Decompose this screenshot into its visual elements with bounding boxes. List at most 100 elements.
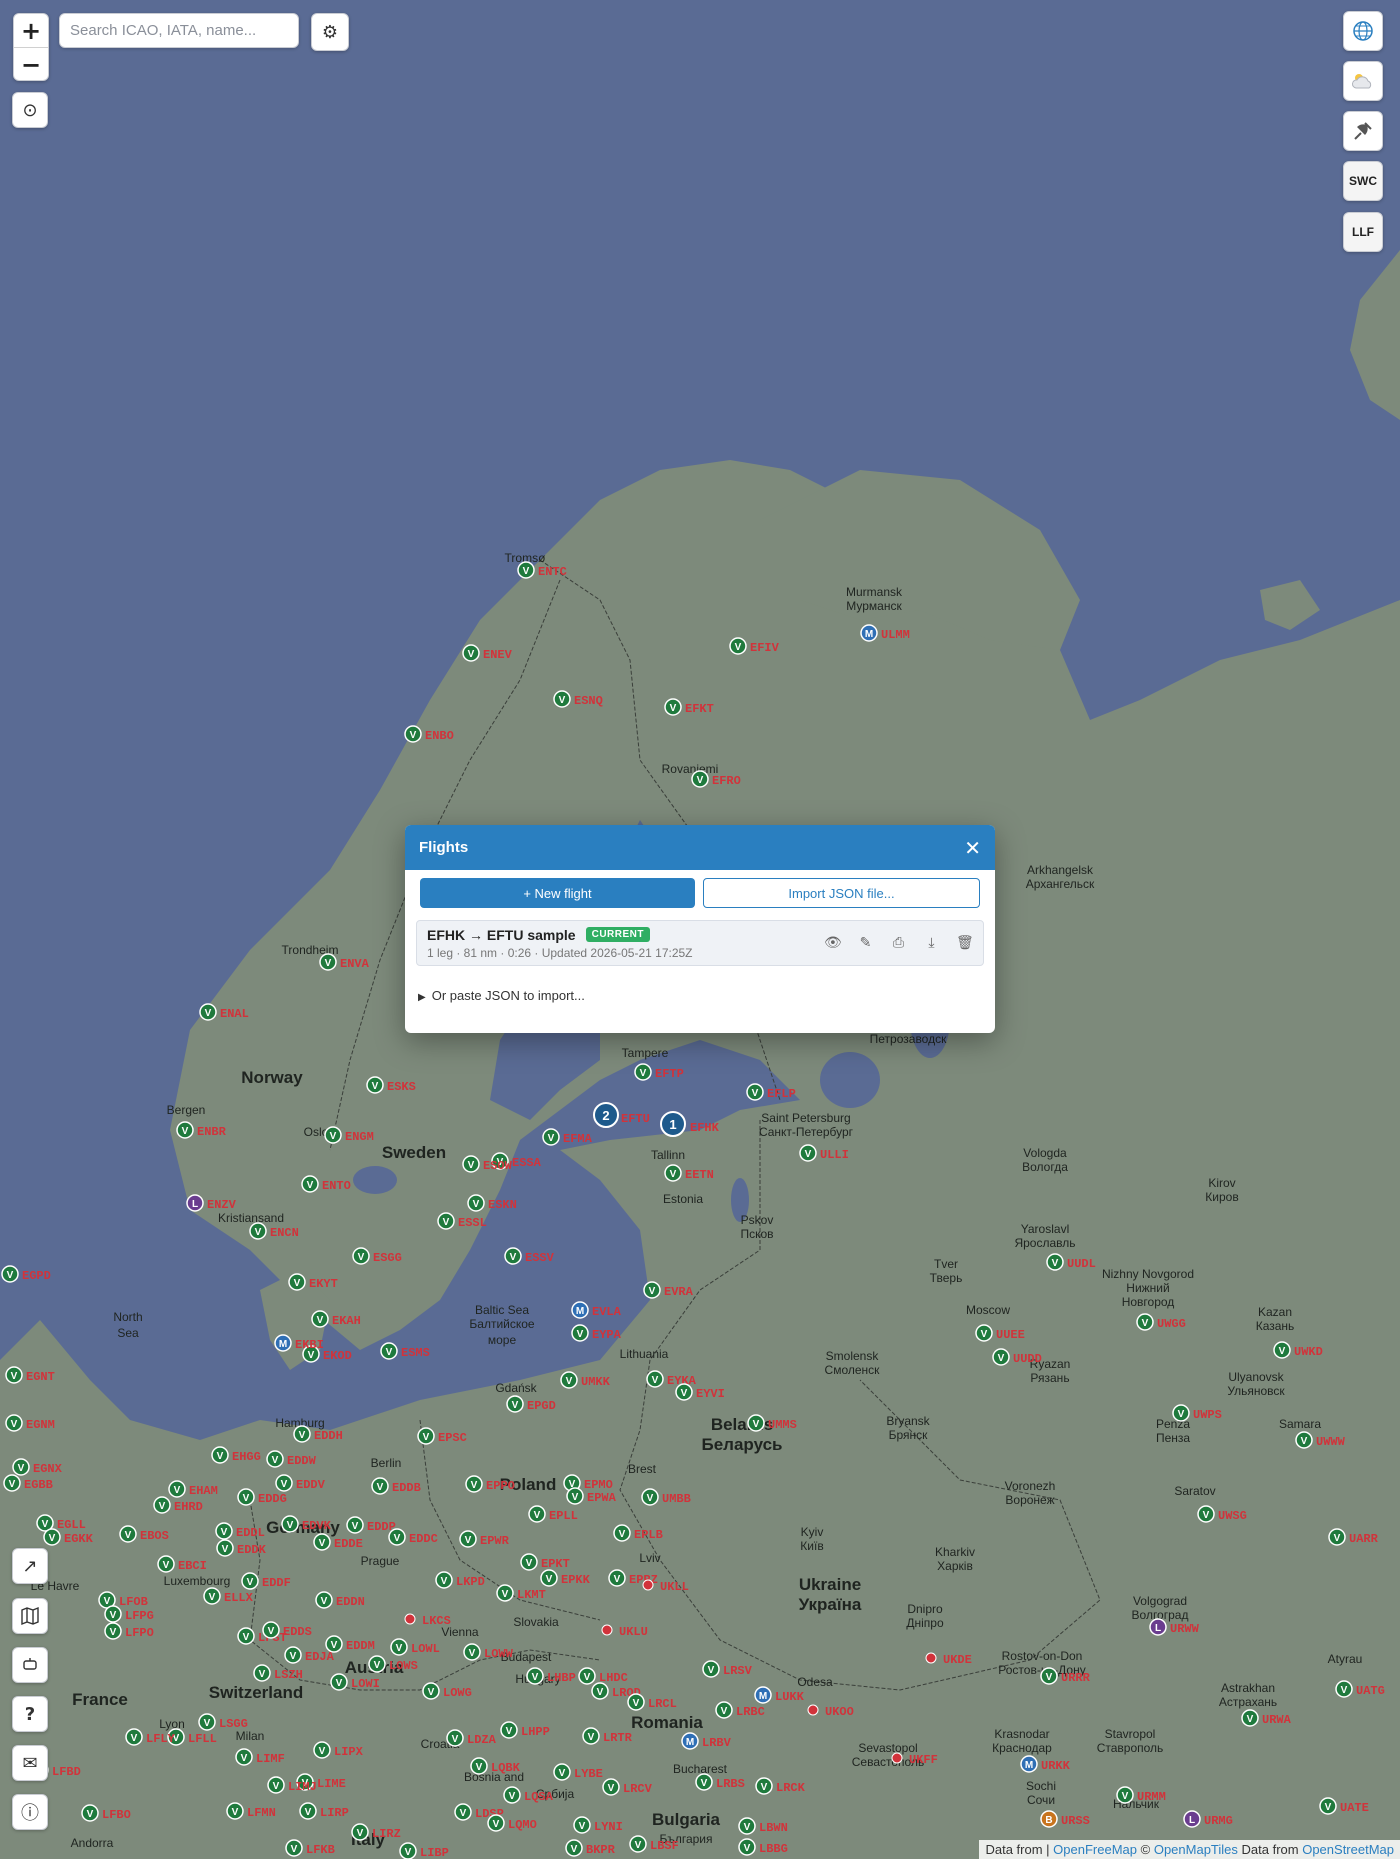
airport-efkt[interactable]: V EFKT [664,698,714,716]
airport-eddl[interactable]: V EDDL [215,1522,265,1540]
airport-uwkd[interactable]: V UWKD [1273,1341,1323,1359]
airport-eypa[interactable]: V EYPA [571,1324,622,1342]
eye-icon[interactable]: 👁 [824,935,842,951]
edit-icon[interactable]: ✎ [857,935,874,951]
airport-uwww[interactable]: V UWWW [1295,1431,1346,1449]
airport-egnm[interactable]: V EGNM [5,1414,55,1432]
airport-uudl[interactable]: V UUDL [1046,1253,1096,1271]
airport-lrtr[interactable]: V LRTR [582,1727,633,1745]
airport-egpd[interactable]: V EGPD [1,1265,51,1283]
airport-lipx[interactable]: V LIPX [313,1741,364,1759]
airport-ehrd[interactable]: V EHRD [153,1496,203,1514]
airport-eddg[interactable]: V EDDG [237,1488,287,1506]
airport-edvk[interactable]: V EDVK [281,1515,332,1533]
airport-umms[interactable]: V UMMS [747,1414,797,1432]
airport-ekah[interactable]: V EKAH [311,1310,361,1328]
airport-urwa[interactable]: V URWA [1241,1709,1292,1727]
airport-eflp[interactable]: V EFLP [746,1083,796,1101]
airport-epsc[interactable]: V EPSC [417,1427,467,1445]
route-waypoint-1[interactable]: 1 [660,1111,686,1137]
airport-lbbg[interactable]: V LBBG [738,1838,788,1856]
airport-engm[interactable]: V ENGM [324,1126,374,1144]
airport-encn[interactable]: V ENCN [249,1222,299,1240]
airport-egbb[interactable]: V EGBB [3,1474,53,1492]
help-button[interactable]: ? [12,1696,48,1732]
openstreetmap-link[interactable]: OpenStreetMap [1302,1842,1394,1857]
airport-uate[interactable]: V UATE [1319,1797,1369,1815]
airport-lfob[interactable]: V LFOB [98,1591,148,1609]
airport-eddc[interactable]: V EDDC [388,1528,438,1546]
airport-libp[interactable]: V LIBP [399,1842,449,1859]
airport-uwps[interactable]: V UWPS [1172,1404,1222,1422]
airport-limj[interactable]: V LIMJ [267,1776,317,1794]
new-flight-button[interactable]: + New flight [420,878,695,908]
airport-enva[interactable]: V ENVA [319,953,370,971]
airport-eddp[interactable]: V EDDP [346,1516,396,1534]
airport-lkmt[interactable]: V LKMT [496,1584,546,1602]
airport-essv[interactable]: V ESSV [504,1247,555,1265]
airport-lowg[interactable]: V LOWG [422,1682,472,1700]
airport-uuee[interactable]: V UUEE [975,1324,1025,1342]
airport-lfkb[interactable]: V LFKB [285,1839,335,1857]
airport-enev[interactable]: V ENEV [462,644,513,662]
airport-ellx[interactable]: V ELLX [203,1587,254,1605]
info-button[interactable]: ⓘ [12,1794,48,1830]
airport-lrbc[interactable]: V LRBC [715,1701,765,1719]
airport-epgd[interactable]: V EPGD [506,1395,556,1413]
airport-eskn[interactable]: V ESKN [467,1194,517,1212]
airport-lqmo[interactable]: V LQMO [487,1814,537,1832]
settings-button[interactable]: ⚙ [311,13,349,51]
airport-limf[interactable]: V LIMF [235,1748,285,1766]
airport-egnt[interactable]: V EGNT [5,1366,55,1384]
airport-ldza[interactable]: V LDZA [446,1729,497,1747]
airport-urmg[interactable]: L URMG [1183,1810,1233,1828]
airport-eddb[interactable]: V EDDB [371,1477,421,1495]
airport-lhbp[interactable]: V LHBP [526,1667,576,1685]
import-json-button[interactable]: Import JSON file... [703,878,980,908]
airport-lyni[interactable]: V LYNI [573,1816,623,1834]
airport-ekbi[interactable]: M EKBI [274,1334,324,1352]
airport-lrbv[interactable]: M LRBV [681,1732,732,1750]
radar-button[interactable] [1343,111,1383,151]
airport-essl[interactable]: V ESSL [437,1212,487,1230]
zoom-out-button[interactable]: − [14,47,48,80]
airport-esgg[interactable]: V ESGG [352,1247,402,1265]
airport-lrcv[interactable]: V LRCV [602,1778,653,1796]
airport-epll[interactable]: V EPLL [528,1505,578,1523]
airport-urkk[interactable]: M URKK [1020,1755,1071,1773]
airport-edds[interactable]: V EDDS [262,1621,312,1639]
airport-enbr[interactable]: V ENBR [176,1121,227,1139]
download-icon[interactable]: ⤓ [923,935,940,951]
airport-lowl[interactable]: V LOWL [390,1638,440,1656]
airport-uatg[interactable]: V UATG [1335,1680,1385,1698]
airport-lowi[interactable]: V LOWI [330,1673,380,1691]
airport-egkk[interactable]: V EGKK [43,1528,94,1546]
airport-enzv[interactable]: L ENZV [186,1194,237,1212]
airport-entc[interactable]: V ENTC [517,561,567,579]
airport-lrsv[interactable]: V LRSV [702,1660,753,1678]
airport-edja[interactable]: V EDJA [284,1646,335,1664]
route-button[interactable]: ↗ [12,1548,48,1584]
airport-uudd[interactable]: V UUDD [992,1348,1042,1366]
trash-icon[interactable]: 🗑 [956,935,974,951]
airport-eham[interactable]: V EHAM [168,1480,218,1498]
airport-lows[interactable]: V LOWS [368,1655,418,1673]
airport-lfpo[interactable]: V LFPO [104,1622,154,1640]
airport-epwr[interactable]: V EPWR [459,1530,510,1548]
airport-ekyt[interactable]: V EKYT [288,1273,338,1291]
llf-button[interactable]: LLF [1343,212,1383,252]
airport-umkk[interactable]: V UMKK [560,1371,611,1389]
zoom-in-button[interactable]: + [14,14,48,47]
airport-efro[interactable]: V EFRO [691,770,741,788]
airport-ebos[interactable]: V EBOS [119,1525,169,1543]
airport-umbb[interactable]: V UMBB [641,1488,691,1506]
airport-urww[interactable]: L URWW [1149,1618,1200,1636]
airport-lfbo[interactable]: V LFBO [81,1804,131,1822]
weather-button[interactable] [1343,61,1383,101]
aircraft-button[interactable] [12,1647,48,1683]
airport-lfpg[interactable]: V LFPG [104,1605,154,1623]
airport-eplb[interactable]: V EPLB [613,1524,663,1542]
airport-eddk[interactable]: V EDDK [216,1539,267,1557]
airport-bkpr[interactable]: V BKPR [565,1839,616,1857]
airport-eddw[interactable]: V EDDW [266,1450,317,1468]
